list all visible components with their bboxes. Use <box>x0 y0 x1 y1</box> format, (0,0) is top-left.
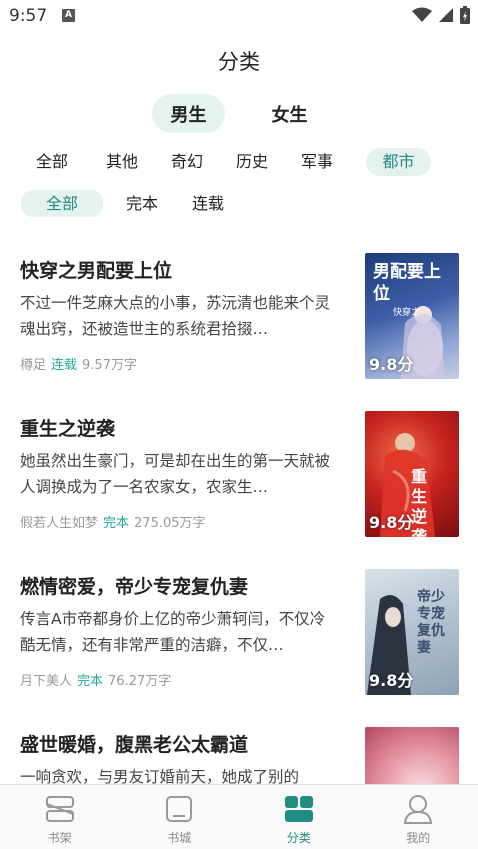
category-row: 全部 其他 奇幻 历史 军事 都市 <box>0 148 478 176</box>
book-description: 传言A市帝都身价上亿的帝少萧轲闫，不仅冷酷无情，还有非常严重的洁癖，不仅… <box>20 610 326 654</box>
book-word-count: 275.05万字 <box>134 516 206 531</box>
book-word-count: 76.27万字 <box>108 674 172 689</box>
book-author: 樽足 <box>20 358 47 373</box>
category-urban[interactable]: 都市 <box>366 148 431 176</box>
filter-serializing[interactable]: 连载 <box>184 190 232 217</box>
cover-title: 男配要上位 <box>373 262 441 304</box>
category-military[interactable]: 军事 <box>295 148 339 176</box>
tab-female[interactable]: 女生 <box>253 94 326 133</box>
wifi-icon <box>412 7 432 22</box>
nav-category[interactable]: 分类 <box>239 785 359 849</box>
status-time: 9:57 <box>9 6 48 26</box>
book-item[interactable]: 盛世暖婚，腹黑老公太霸道 一响贪欢，与男友订婚前天，她成了别的 <box>0 710 478 784</box>
book-description: 一响贪欢，与男友订婚前天，她成了别的 <box>20 768 300 784</box>
nav-bookstore[interactable]: 书城 <box>120 785 240 849</box>
book-meta: 樽足 连载 9.57万字 <box>20 354 137 373</box>
nav-bookshelf[interactable]: 书架 <box>0 785 120 849</box>
book-item[interactable]: 快穿之男配要上位 不过一件芝麻大点的小事，苏沅清也能来个灵魂出窍，还被造世主的系… <box>0 236 478 394</box>
book-meta: 假若人生如梦 完本 275.05万字 <box>20 512 206 531</box>
book-title: 燃情密爱，帝少专宠复仇妻 <box>20 576 249 598</box>
profile-icon <box>404 795 433 824</box>
category-history[interactable]: 历史 <box>230 148 274 176</box>
gender-tabs: 男生 女生 <box>0 94 478 133</box>
bottom-nav: 书架 书城 分类 我的 <box>0 784 478 849</box>
book-score: 9.8分 <box>369 671 414 690</box>
status-icons <box>412 6 470 24</box>
tab-male[interactable]: 男生 <box>152 94 225 133</box>
filter-finished[interactable]: 完本 <box>118 190 166 217</box>
filter-all[interactable]: 全部 <box>21 190 103 217</box>
nav-label: 书城 <box>167 831 192 845</box>
book-item[interactable]: 燃情密爱，帝少专宠复仇妻 传言A市帝都身价上亿的帝少萧轲闫，不仅冷酷无情，还有非… <box>0 552 478 710</box>
battery-icon <box>460 6 470 24</box>
book-meta: 月下美人 完本 76.27万字 <box>20 670 171 689</box>
book-list: 快穿之男配要上位 不过一件芝麻大点的小事，苏沅清也能来个灵魂出窍，还被造世主的系… <box>0 236 478 784</box>
book-status: 完本 <box>103 516 130 531</box>
category-icon <box>284 796 313 822</box>
cover-subtitle: 快穿之 <box>393 308 421 318</box>
book-word-count: 9.57万字 <box>82 358 137 373</box>
bookshelf-icon <box>45 796 74 822</box>
book-cover: 重生逆袭 9.8分 <box>365 411 459 537</box>
cover-title: 帝少专宠复仇妻 <box>417 589 445 656</box>
book-cover: 帝少专宠复仇妻 9.8分 <box>365 569 459 695</box>
book-score: 9.8分 <box>369 513 414 532</box>
status-filter-row: 全部 完本 连载 <box>0 190 478 218</box>
book-score: 9.8分 <box>369 355 414 374</box>
book-author: 假若人生如梦 <box>20 516 99 531</box>
nav-label: 分类 <box>286 831 311 845</box>
book-status: 连载 <box>51 358 78 373</box>
nav-profile[interactable]: 我的 <box>359 785 478 849</box>
book-description: 不过一件芝麻大点的小事，苏沅清也能来个灵魂出窍，还被造世主的系统君拾掇… <box>20 294 331 338</box>
book-description: 她虽然出生豪门，可是却在出生的第一天就被人调换成为了一名农家女，农家生… <box>20 452 331 496</box>
book-cover: 男配要上位 快穿之 9.8分 <box>365 253 459 379</box>
category-fantasy[interactable]: 奇幻 <box>165 148 209 176</box>
status-bar: 9:57 A <box>0 0 478 32</box>
cover-title: 重生逆袭 <box>411 467 428 537</box>
book-title: 快穿之男配要上位 <box>20 260 173 282</box>
category-other[interactable]: 其他 <box>100 148 144 176</box>
notification-icon: A <box>62 9 75 22</box>
book-cover <box>365 727 459 784</box>
signal-icon <box>439 8 453 22</box>
nav-label: 我的 <box>406 831 431 845</box>
book-item[interactable]: 重生之逆袭 她虽然出生豪门，可是却在出生的第一天就被人调换成为了一名农家女，农家… <box>0 394 478 552</box>
book-author: 月下美人 <box>20 674 73 689</box>
page-title: 分类 <box>218 50 260 74</box>
category-all[interactable]: 全部 <box>30 148 74 176</box>
book-status: 完本 <box>77 674 104 689</box>
book-title: 重生之逆袭 <box>20 418 116 440</box>
bookstore-icon <box>166 796 193 822</box>
nav-label: 书架 <box>47 831 72 845</box>
book-title: 盛世暖婚，腹黑老公太霸道 <box>20 734 249 756</box>
